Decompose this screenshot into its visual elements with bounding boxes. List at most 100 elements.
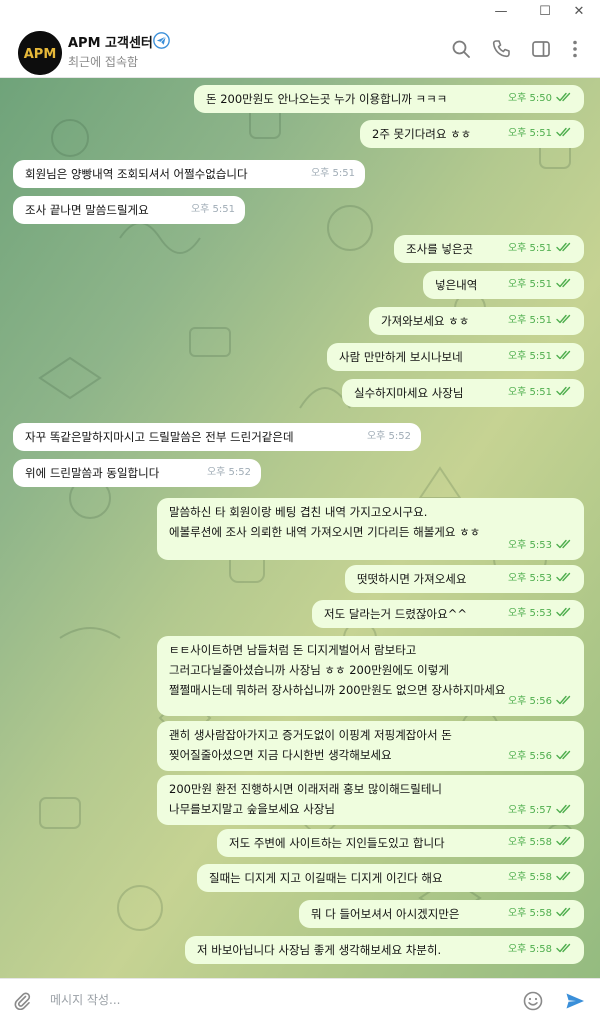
message-time: 오후 5:58 [507, 837, 552, 848]
incoming-message[interactable]: 회원님은 양빵내역 조회되셔서 어쩔수없습니다 오후 5:51 [13, 160, 365, 188]
double-check-icon [556, 907, 571, 917]
incoming-message[interactable]: 자꾸 똑같은말하지마시고 드릴말씀은 전부 드린거같은데 오후 5:52 [13, 423, 421, 451]
double-check-icon [556, 750, 571, 760]
maximize-button[interactable]: ☐ [530, 2, 560, 22]
message-text: ㅌㅌ사이트하면 남들처럼 돈 디지게벌어서 람보타고 [169, 643, 417, 657]
chat-title[interactable]: APM 고객센터 [68, 32, 153, 51]
outgoing-message[interactable]: 괜히 생사람잡아가지고 증거도없이 이핑계 저핑계잡아서 돈 찢어질줄아셨으면 지… [157, 721, 584, 771]
message-text: 그러고다닐줄아셨습니까 사장님 ㅎㅎ 200만원에도 이렇게 [169, 663, 449, 677]
chat-status: 최근에 접속함 [68, 55, 139, 69]
message-meta: 오후 5:51 [508, 275, 574, 295]
sidebar-toggle-icon[interactable] [530, 38, 552, 60]
incoming-message[interactable]: 조사 끝나면 말씀드릴게요 오후 5:51 [13, 196, 245, 224]
message-time: 오후 5:58 [507, 872, 552, 883]
avatar[interactable]: APM [18, 31, 62, 75]
double-check-icon [556, 607, 571, 617]
avatar-logo: APM [18, 31, 62, 75]
message-time: 오후 5:56 [507, 751, 552, 762]
double-check-icon [556, 871, 571, 881]
message-meta: 오후 5:53 [508, 569, 574, 589]
message-input[interactable] [50, 990, 450, 1010]
double-check-icon [556, 943, 571, 953]
outgoing-message[interactable]: 저도 주변에 사이트하는 지인들도있고 합니다 오후 5:58 [217, 829, 584, 857]
outgoing-message[interactable]: 200만원 환전 진행하시면 이래저래 홍보 많이해드릴테니 나무를보지말고 숲을… [157, 775, 584, 825]
paperclip-icon[interactable] [12, 990, 32, 1010]
double-check-icon [556, 695, 571, 705]
message-meta: 오후 5:53 [508, 604, 574, 624]
message-text: 회원님은 양빵내역 조회되셔서 어쩔수없습니다 [25, 167, 248, 181]
message-meta: 오후 5:52 [367, 427, 411, 447]
message-meta: 오후 5:56 [508, 692, 574, 712]
message-time: 오후 5:58 [507, 908, 552, 919]
message-meta: 오후 5:58 [508, 868, 574, 888]
message-meta: 오후 5:56 [508, 747, 574, 767]
outgoing-message[interactable]: 저 바보아닙니다 사장님 좋게 생각해보세요 차분히. 오후 5:58 [185, 936, 584, 964]
outgoing-message[interactable]: 2주 못기다려요 ㅎㅎ 오후 5:51 [360, 120, 584, 148]
message-meta: 오후 5:52 [207, 463, 251, 483]
outgoing-message[interactable]: 저도 달라는거 드렸잖아요^^ 오후 5:53 [312, 600, 584, 628]
close-button[interactable]: ✕ [564, 2, 594, 22]
more-vertical-icon[interactable] [564, 38, 586, 60]
outgoing-message[interactable]: 말씀하신 타 회원이랑 베팅 겹친 내역 가지고오시구요. 에볼루션에 조사 의뢰… [157, 498, 584, 560]
message-time: 오후 5:57 [507, 805, 552, 816]
message-meta: 오후 5:51 [508, 311, 574, 331]
message-meta: 오후 5:58 [508, 833, 574, 853]
verified-icon [153, 32, 170, 49]
message-time: 오후 5:51 [507, 387, 552, 398]
message-text: 200만원 환전 진행하시면 이래저래 홍보 많이해드릴테니 [169, 782, 442, 796]
search-icon[interactable] [450, 38, 472, 60]
message-meta: 오후 5:51 [191, 200, 235, 220]
message-time: 오후 5:53 [507, 540, 552, 551]
message-text: 괜히 생사람잡아가지고 증거도없이 이핑계 저핑계잡아서 돈 [169, 728, 452, 742]
message-time: 오후 5:52 [366, 431, 411, 442]
message-time: 오후 5:51 [190, 204, 235, 215]
outgoing-message[interactable]: 뭐 다 들어보셔서 아시겠지만은 오후 5:58 [299, 900, 584, 928]
outgoing-message[interactable]: 가져와보세요 ㅎㅎ 오후 5:51 [369, 307, 584, 335]
double-check-icon [556, 804, 571, 814]
outgoing-message[interactable]: 넣은내역 오후 5:51 [423, 271, 584, 299]
message-time: 오후 5:56 [507, 696, 552, 707]
outgoing-message[interactable]: 실수하지마세요 사장님 오후 5:51 [342, 379, 584, 407]
double-check-icon [556, 92, 571, 102]
message-meta: 오후 5:53 [508, 536, 574, 556]
message-time: 오후 5:52 [206, 467, 251, 478]
message-meta: 오후 5:51 [508, 239, 574, 259]
minimize-button[interactable]: — [486, 2, 516, 22]
outgoing-message[interactable]: 떳떳하시면 가져오세요 오후 5:53 [345, 565, 584, 593]
double-check-icon [556, 242, 571, 252]
window-titlebar: — ☐ ✕ [0, 0, 600, 24]
message-meta: 오후 5:51 [508, 383, 574, 403]
message-meta: 오후 5:51 [508, 124, 574, 144]
message-time: 오후 5:51 [507, 315, 552, 326]
message-time: 오후 5:51 [507, 351, 552, 362]
outgoing-message[interactable]: ㅌㅌ사이트하면 남들처럼 돈 디지게벌어서 람보타고그러고다닐줄아셨습니까 사장… [157, 636, 584, 716]
outgoing-message[interactable]: 돈 200만원도 안나오는곳 누가 이용합니까 ㅋㅋㅋ 오후 5:50 [194, 85, 584, 113]
composer [0, 978, 600, 1020]
message-meta: 오후 5:57 [508, 801, 574, 821]
phone-icon[interactable] [490, 38, 512, 60]
outgoing-message[interactable]: 질때는 디지게 지고 이길때는 디지게 이긴다 해요 오후 5:58 [197, 864, 584, 892]
double-check-icon [556, 350, 571, 360]
double-check-icon [556, 572, 571, 582]
message-meta: 오후 5:50 [508, 89, 574, 109]
incoming-message[interactable]: 위에 드린말씀과 동일합니다 오후 5:52 [13, 459, 261, 487]
outgoing-message[interactable]: 조사를 넣은곳 오후 5:51 [394, 235, 584, 263]
chat-header: APM APM 고객센터 최근에 접속함 [0, 24, 600, 78]
double-check-icon [556, 314, 571, 324]
message-list[interactable]: 돈 200만원도 안나오는곳 누가 이용합니까 ㅋㅋㅋ 오후 5:50 2주 못기다… [0, 78, 600, 978]
double-check-icon [556, 127, 571, 137]
message-time: 오후 5:51 [507, 243, 552, 254]
emoji-icon[interactable] [522, 990, 544, 1012]
message-time: 오후 5:53 [507, 573, 552, 584]
message-time: 오후 5:58 [507, 944, 552, 955]
message-meta: 오후 5:58 [508, 904, 574, 924]
message-time: 오후 5:51 [507, 128, 552, 139]
outgoing-message[interactable]: 사람 만만하게 보시나보네 오후 5:51 [327, 343, 584, 371]
message-time: 오후 5:50 [507, 93, 552, 104]
double-check-icon [556, 539, 571, 549]
message-time: 오후 5:51 [310, 168, 355, 179]
send-icon[interactable] [564, 990, 586, 1012]
message-meta: 오후 5:51 [508, 347, 574, 367]
message-time: 오후 5:53 [507, 608, 552, 619]
double-check-icon [556, 386, 571, 396]
